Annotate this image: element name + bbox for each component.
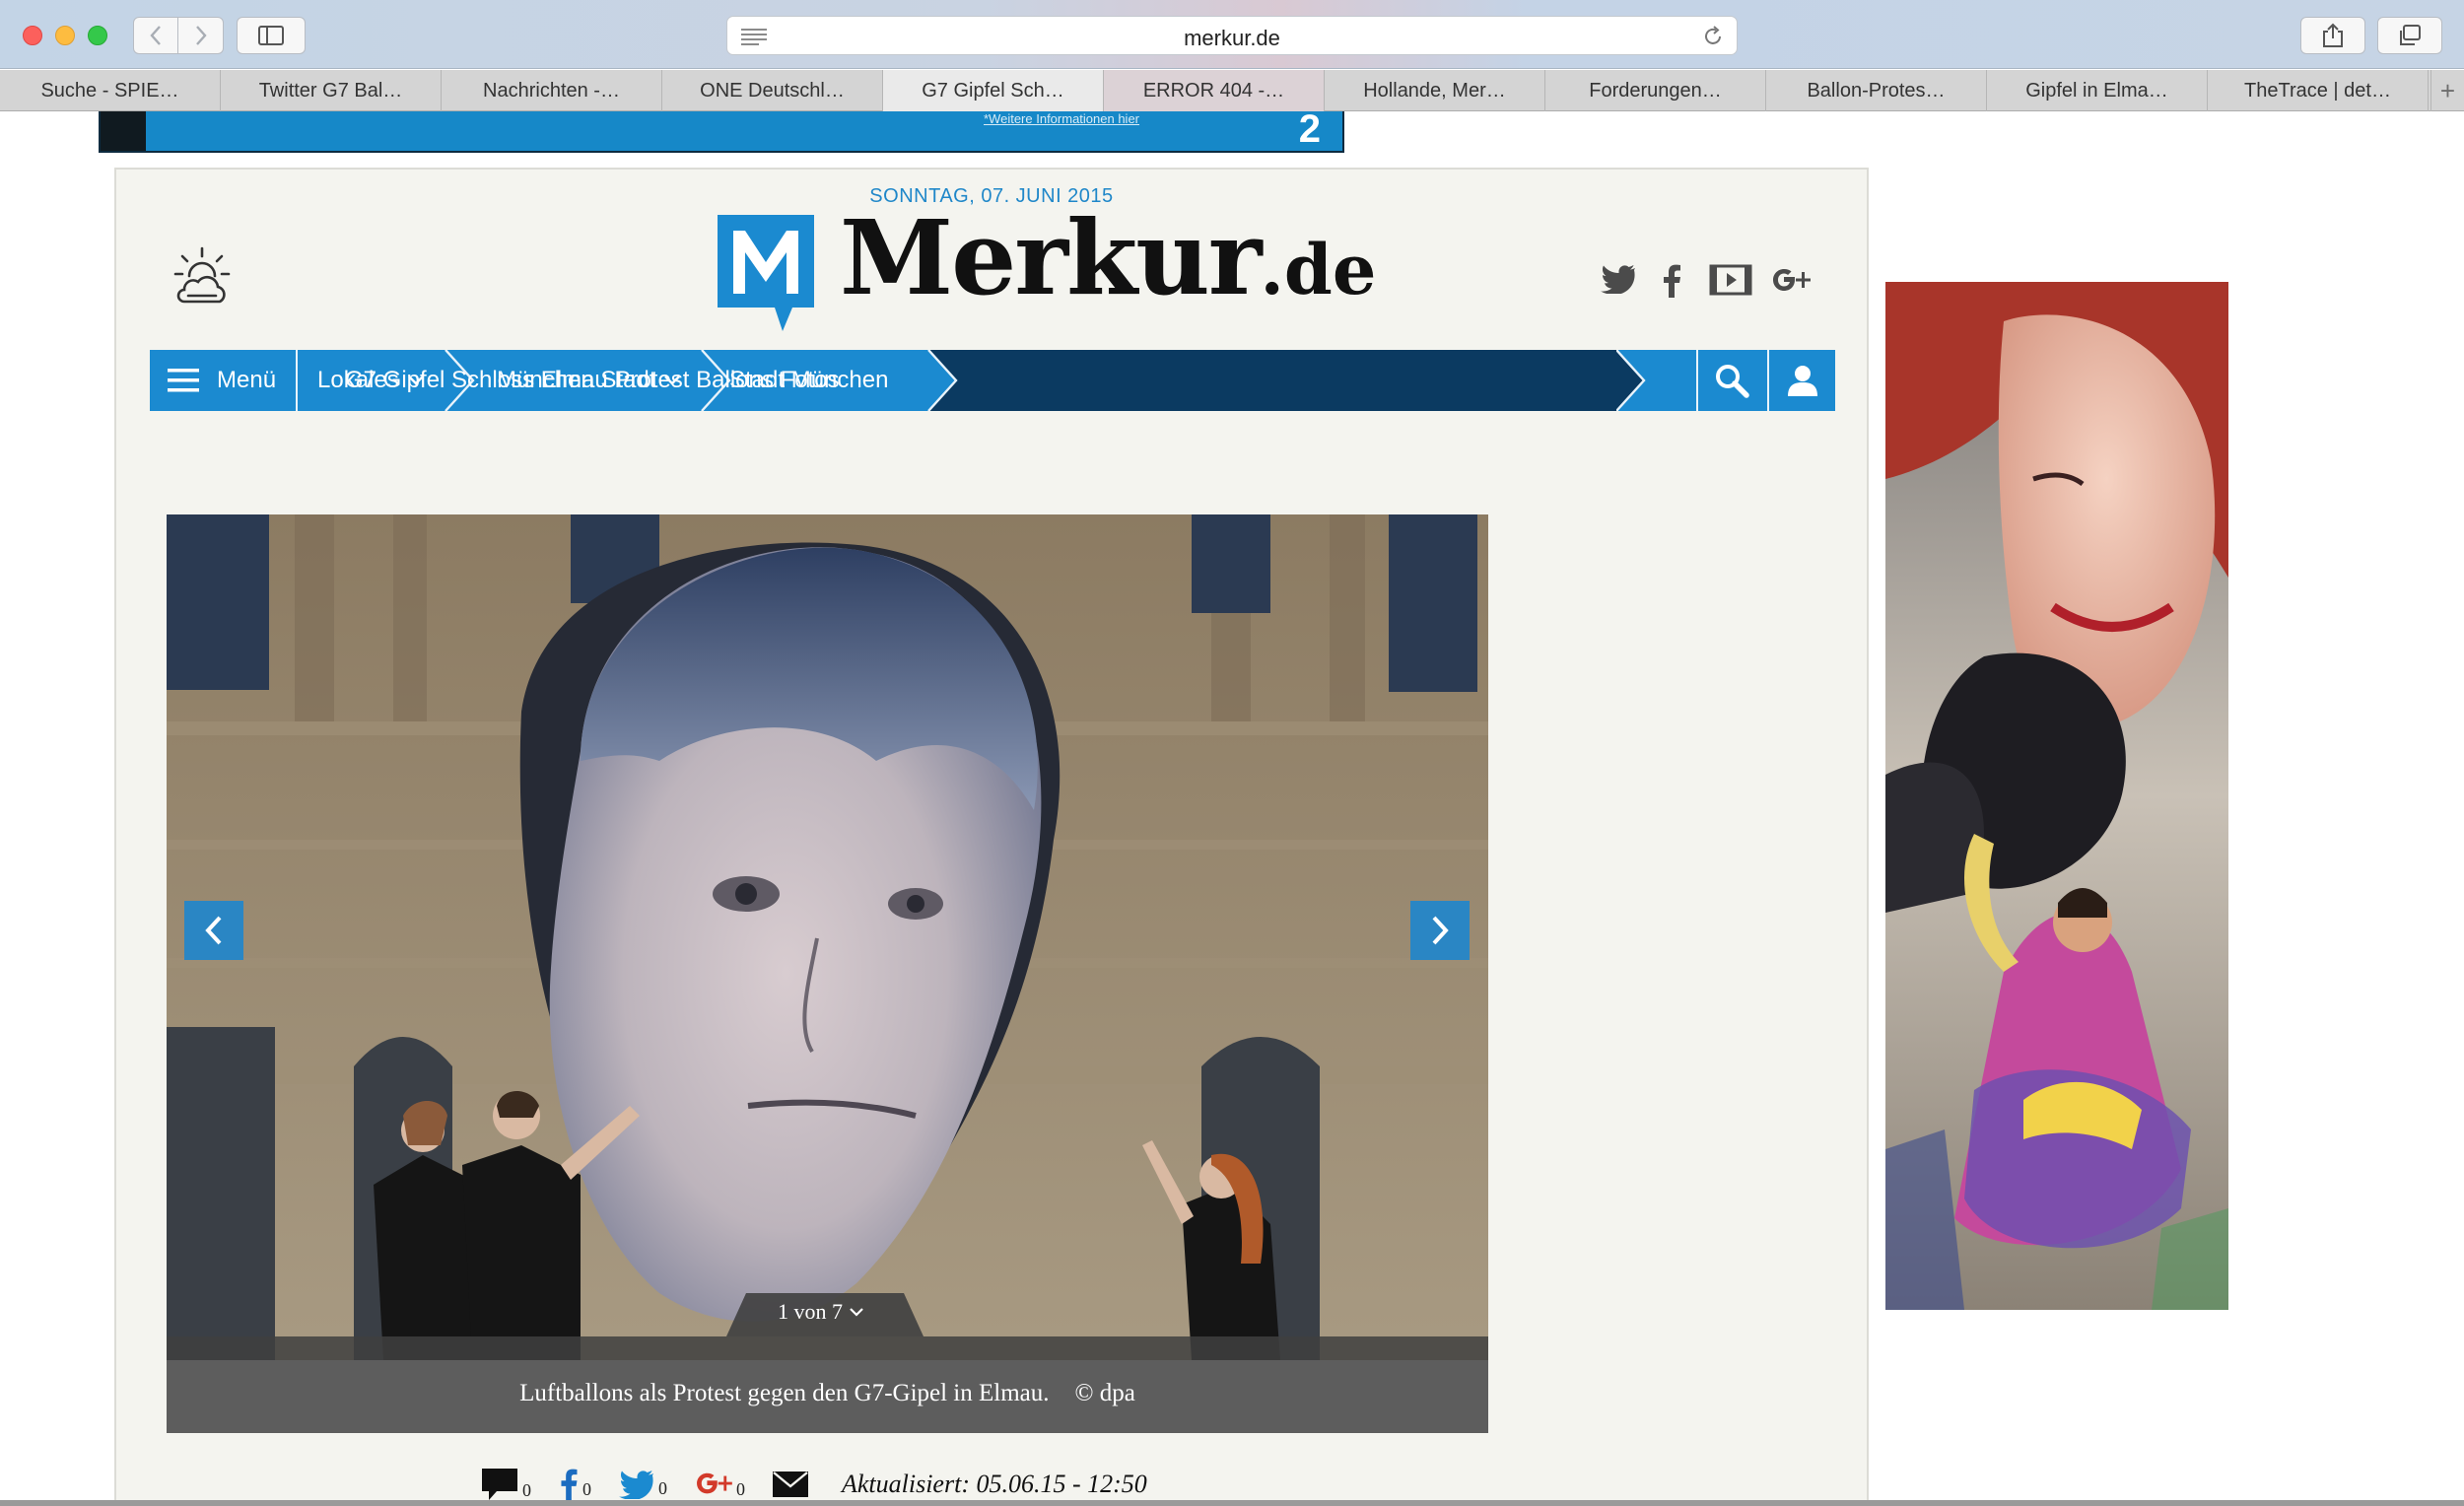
twitter-icon [619, 1471, 653, 1499]
tab-one-deutschland[interactable]: ONE Deutschl… [662, 70, 883, 111]
google-plus-icon[interactable] [1771, 264, 1811, 298]
tab-suche-spiegel[interactable]: Suche - SPIE… [0, 70, 221, 111]
logo-name: Merkur [840, 197, 1263, 318]
tab-hollande[interactable]: Hollande, Mer… [1325, 70, 1545, 111]
caption-text: Luftballons als Protest gegen den G7-Gip… [519, 1380, 1050, 1406]
hamburger-icon [168, 369, 199, 392]
reload-icon[interactable] [1701, 25, 1725, 48]
tab-label: Suche - SPIE… [40, 79, 179, 102]
logo-tld: .de [1260, 229, 1377, 310]
gallery-caption: Luftballons als Protest gegen den G7-Gip… [167, 1380, 1488, 1407]
gallery-caption-bar: Luftballons als Protest gegen den G7-Gip… [167, 1360, 1488, 1433]
gallery-next-button[interactable] [1410, 901, 1470, 960]
chevron-left-icon [150, 26, 161, 45]
chevron-left-icon [205, 916, 222, 945]
breadcrumb-separator-icon [926, 350, 958, 411]
nav-current-page[interactable]: G7 Gipfel Schloss Elmau Protest Ballons … [345, 350, 840, 411]
tab-label: Hollande, Mer… [1363, 79, 1506, 102]
top-banner-ad[interactable]: *Weitere Informationen hier 2 [99, 107, 1344, 153]
tab-overview-button[interactable] [2377, 17, 2442, 54]
tab-overview-icon [2400, 25, 2421, 45]
tab-label: Nachrichten -… [483, 79, 620, 102]
breadcrumb-separator-icon [1616, 350, 1646, 411]
tab-label: Ballon-Protes… [1807, 79, 1946, 102]
window-close-button[interactable] [23, 26, 42, 45]
tab-label: TheTrace | det… [2244, 79, 2391, 102]
google-plus-icon [697, 1472, 732, 1494]
tab-g7-gipfel-active[interactable]: G7 Gipfel Sch… [883, 70, 1104, 111]
facebook-icon[interactable] [1662, 264, 1681, 298]
google-plus-share[interactable]: 0 [695, 1469, 745, 1500]
user-account-button[interactable] [1767, 350, 1835, 411]
photo-gallery: 1 von 7 Luftballons als Protest gegen de… [167, 514, 1488, 1433]
tab-forderungen[interactable]: Forderungen… [1545, 70, 1766, 111]
back-button[interactable] [133, 17, 178, 54]
gallery-photo[interactable] [167, 514, 1488, 1360]
gallery-prev-button[interactable] [184, 901, 243, 960]
merkur-logo-icon[interactable] [714, 209, 818, 335]
tab-twitter-g7[interactable]: Twitter G7 Bal… [221, 70, 442, 111]
tab-nachrichten[interactable]: Nachrichten -… [442, 70, 662, 111]
tab-bar: Suche - SPIE… Twitter G7 Bal… Nachrichte… [0, 70, 2464, 111]
main-navigation: Menü Lokales München Stadt Stadt München… [150, 350, 1835, 411]
window-minimize-button[interactable] [55, 26, 75, 45]
nav-menu-button[interactable]: Menü [150, 350, 298, 411]
tab-gipfel-elmau[interactable]: Gipfel in Elma… [1987, 70, 2208, 111]
updated-timestamp: Aktualisiert: 05.06.15 - 12:50 [842, 1470, 1147, 1498]
ad-number: 2 [1298, 107, 1321, 151]
tab-ballon-protest[interactable]: Ballon-Protes… [1766, 70, 1987, 111]
tab-error-404[interactable]: ERROR 404 -… [1104, 70, 1325, 111]
tab-label: G7 Gipfel Sch… [922, 79, 1064, 102]
merkur-logo-text[interactable]: Merkur.de [840, 197, 1376, 318]
twitter-share[interactable]: 0 [619, 1470, 667, 1499]
chevron-right-icon [195, 26, 207, 45]
tab-label: Forderungen… [1589, 79, 1722, 102]
comment-icon [482, 1469, 517, 1500]
window-zoom-button[interactable] [88, 26, 107, 45]
facebook-icon [561, 1469, 578, 1500]
user-icon [1787, 366, 1817, 396]
twitter-count: 0 [658, 1478, 667, 1498]
nav-current-bg [926, 350, 1616, 411]
share-button[interactable] [2300, 17, 2365, 54]
chevron-down-icon [849, 1308, 863, 1317]
share-icon [2323, 23, 2343, 47]
ad-info-link[interactable]: *Weitere Informationen hier [984, 111, 1139, 126]
comments-count: 0 [522, 1480, 531, 1500]
new-tab-button[interactable]: + [2430, 70, 2464, 111]
photo-credit: © dpa [1074, 1380, 1135, 1406]
comments-link[interactable]: 0 [481, 1468, 531, 1501]
gallery-counter[interactable]: 1 von 7 [778, 1299, 864, 1325]
tab-label: Twitter G7 Bal… [258, 79, 403, 102]
plus-icon: + [2439, 75, 2456, 105]
chevron-right-icon [1432, 916, 1449, 945]
browser-titlebar: merkur.de [0, 0, 2464, 69]
search-button[interactable] [1696, 350, 1765, 411]
side-ad-image[interactable] [1885, 282, 2228, 1310]
search-icon [1716, 365, 1749, 398]
ad-dark-block [101, 111, 146, 151]
nav-menu-label: Menü [217, 367, 277, 393]
address-url: merkur.de [1184, 26, 1280, 50]
twitter-icon[interactable] [1601, 264, 1636, 294]
email-share[interactable] [773, 1472, 808, 1497]
article-meta-row: 0 0 0 0 Aktualisiert: 05.06.15 - 12:50 [481, 1465, 1147, 1504]
tab-label: ONE Deutschl… [700, 79, 845, 102]
tab-thetrace[interactable]: TheTrace | det… [2208, 70, 2429, 111]
tab-label: Gipfel in Elma… [2025, 79, 2168, 102]
facebook-share[interactable]: 0 [559, 1469, 591, 1500]
weather-sun-cloud-icon[interactable] [172, 246, 232, 308]
sidebar-icon [258, 26, 284, 45]
address-bar[interactable]: merkur.de [726, 16, 1738, 55]
gallery-counter-label: 1 von 7 [778, 1299, 843, 1324]
video-icon[interactable] [1709, 264, 1752, 296]
sidebar-toggle-button[interactable] [237, 17, 306, 54]
tab-label: ERROR 404 -… [1142, 79, 1285, 102]
mail-icon [773, 1472, 808, 1497]
gplus-count: 0 [736, 1479, 745, 1499]
forward-button[interactable] [178, 17, 224, 54]
facebook-count: 0 [582, 1479, 591, 1499]
window-bottom-edge [0, 1500, 2464, 1506]
